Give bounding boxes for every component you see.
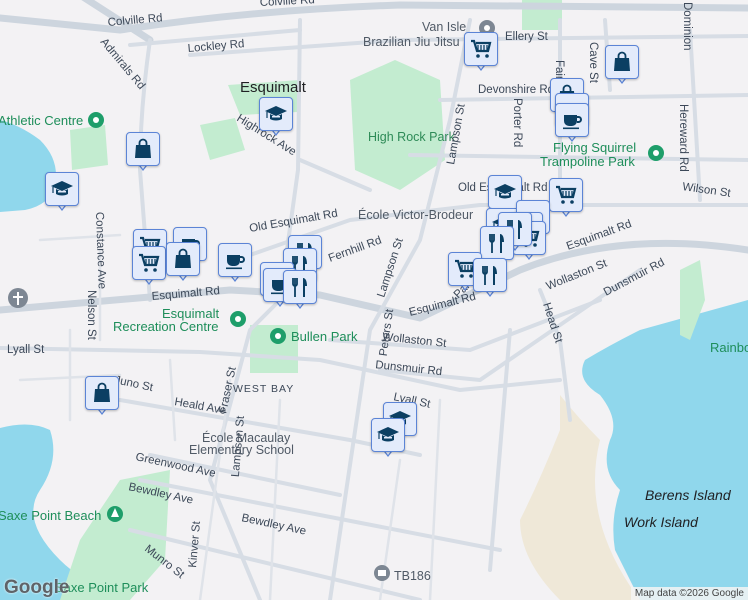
marker-box — [283, 270, 317, 304]
street-label: Kinver St — [187, 520, 203, 568]
poi-label: Bullen Park — [291, 329, 358, 344]
shopping-bag-icon — [135, 138, 151, 158]
shopping-cart-icon — [471, 39, 492, 58]
marker-box — [555, 103, 589, 137]
map-marker-bag[interactable] — [85, 376, 119, 418]
map-canvas[interactable]: Colville Rd Colville Rd Lockley Rd Admir… — [0, 0, 748, 600]
school-icon — [494, 184, 516, 199]
place-title: Esquimalt — [240, 79, 307, 96]
marker-box — [45, 172, 79, 206]
poi-label: TB186 — [394, 569, 431, 583]
street-label: Fernhill Rd — [327, 235, 383, 265]
school-label: Elementary School — [189, 443, 294, 457]
poi-label: Recreation Centre — [113, 319, 219, 334]
map-marker-school[interactable] — [45, 172, 79, 214]
street-label: Nelson St — [85, 290, 97, 341]
shopping-bag-icon — [614, 51, 630, 71]
marker-box — [473, 258, 507, 292]
marker-box — [464, 32, 498, 66]
poi-label: Athletic Centre — [0, 113, 83, 128]
poi-label: Trampoline Park — [540, 154, 635, 169]
restaurant-icon — [482, 266, 497, 285]
shopping-cart-icon — [139, 253, 160, 272]
street-label: Wilson St — [682, 181, 733, 200]
map-marker-bag[interactable] — [605, 45, 639, 87]
map-marker-bag[interactable] — [126, 132, 160, 174]
marker-box — [85, 376, 119, 410]
map-marker-bag[interactable] — [166, 242, 200, 284]
shopping-bag-icon — [175, 248, 191, 268]
map-marker-cup[interactable] — [218, 243, 252, 285]
map-marker-school[interactable] — [371, 418, 405, 460]
map-marker-cart[interactable] — [464, 32, 498, 74]
marker-box — [549, 178, 583, 212]
map-marker-school[interactable] — [259, 97, 293, 139]
place-label: Rainbow — [710, 340, 748, 355]
district-label: WEST BAY — [233, 383, 294, 395]
street-label: Porter Rd — [511, 98, 523, 147]
street-label: Hereward Rd — [677, 104, 689, 172]
shopping-cart-icon — [556, 185, 577, 204]
school-icon — [377, 427, 399, 442]
school-icon — [265, 106, 287, 121]
map-marker-fork[interactable] — [283, 270, 317, 312]
map-marker-fork[interactable] — [473, 258, 507, 300]
street-label: Ellery St — [505, 31, 549, 43]
marker-box — [259, 97, 293, 131]
google-logo: Google — [4, 577, 70, 598]
poi-label: Saxe Point Beach — [0, 508, 101, 523]
island-label: Berens Island — [645, 487, 732, 503]
marker-box — [166, 242, 200, 276]
marker-box — [371, 418, 405, 452]
marker-box — [126, 132, 160, 166]
street-label: Lyall St — [7, 344, 45, 356]
map-marker-cup[interactable] — [555, 103, 589, 145]
street-label: Dominion — [681, 2, 693, 51]
shopping-bag-icon — [94, 382, 110, 402]
map-marker-cart[interactable] — [132, 246, 166, 288]
marker-box — [218, 243, 252, 277]
poi-label-2: Brazilian Jiu Jitsu — [363, 35, 460, 49]
map-attribution[interactable]: Map data ©2026 Google — [630, 587, 748, 600]
map-marker-cart[interactable] — [549, 178, 583, 220]
island-label: Work Island — [624, 514, 699, 530]
street-label: Esquimalt Rd — [408, 291, 477, 319]
marker-box — [132, 246, 166, 280]
street-label: Devonshire Rd — [478, 84, 554, 96]
school-icon — [51, 181, 73, 196]
marker-box — [605, 45, 639, 79]
street-label: Cave St — [587, 42, 599, 84]
restaurant-icon — [489, 234, 504, 253]
coffee-cup-icon — [226, 255, 245, 270]
park-label: High Rock Park — [368, 130, 456, 144]
street-label: Wollaston St — [545, 257, 610, 293]
restaurant-icon — [292, 278, 307, 297]
poi-label: Van Isle — [422, 20, 466, 34]
street-label: Juno St — [113, 374, 154, 394]
marker-box — [480, 226, 514, 260]
street-label: Dunsmuir Rd — [602, 257, 667, 299]
street-label: Constance Ave — [93, 212, 108, 290]
coffee-cup-icon — [563, 115, 582, 130]
school-label: École Victor-Brodeur — [358, 207, 473, 222]
